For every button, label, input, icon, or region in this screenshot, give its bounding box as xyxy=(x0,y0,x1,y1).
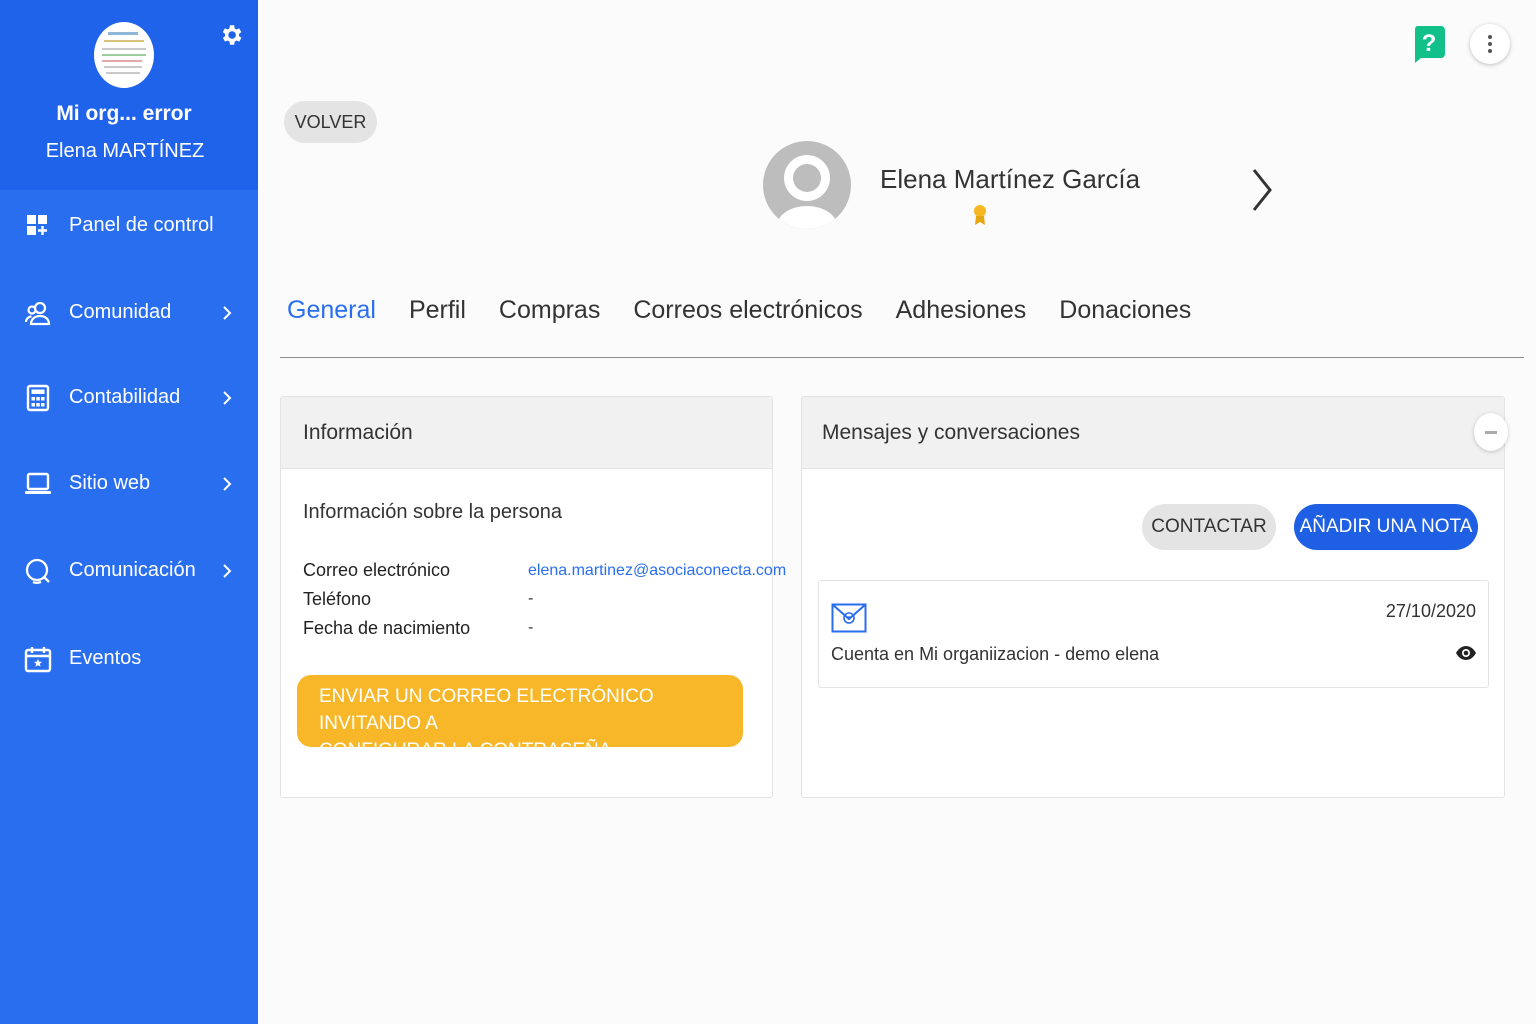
gear-icon[interactable] xyxy=(218,22,244,48)
message-item[interactable]: 27/10/2020 Cuenta en Mi organiizacion - … xyxy=(818,580,1489,688)
tab-general[interactable]: General xyxy=(287,296,376,325)
help-label: ? xyxy=(1422,30,1437,57)
tab-perfil[interactable]: Perfil xyxy=(409,296,466,325)
calendar-icon xyxy=(24,647,52,673)
sidebar: Mi org... error Elena MARTÍNEZ Panel de … xyxy=(0,0,258,1024)
birthdate-value: - xyxy=(528,619,534,636)
phone-value: - xyxy=(528,590,534,607)
users-icon xyxy=(24,301,51,326)
sidebar-item-label: Comunicación xyxy=(69,559,196,581)
sidebar-item-sitio-web[interactable]: Sitio web xyxy=(0,454,258,514)
tab-adhesiones[interactable]: Adhesiones xyxy=(896,296,1027,325)
eye-icon[interactable] xyxy=(1455,645,1477,661)
message-date: 27/10/2020 xyxy=(1385,601,1476,621)
email-label: Correo electrónico xyxy=(303,560,451,580)
phone-label: Teléfono xyxy=(303,589,372,609)
back-button[interactable]: VOLVER xyxy=(284,101,377,143)
chevron-right-icon xyxy=(223,477,232,491)
email-value-link[interactable]: elena.martinez@asociaconecta.com xyxy=(528,562,786,580)
send-password-invite-button[interactable]: ENVIAR UN CORREO ELECTRÓNICO INVITANDO A… xyxy=(297,675,743,761)
card-title: Mensajes y conversaciones xyxy=(822,421,1080,444)
invite-line-2: CONFIGURAR LA CONTRASEÑA xyxy=(319,740,612,761)
chevron-right-icon xyxy=(223,391,232,405)
card-header: Información xyxy=(281,397,772,469)
current-user-name: Elena MARTÍNEZ xyxy=(45,140,205,162)
tab-compras[interactable]: Compras xyxy=(499,296,600,325)
sidebar-item-panel-de-control[interactable]: Panel de control xyxy=(0,196,258,256)
message-subject: Cuenta en Mi organiizacion - demo elena xyxy=(831,644,1160,664)
contact-button[interactable]: CONTACTAR xyxy=(1142,504,1276,550)
section-subtitle: Información sobre la persona xyxy=(303,501,563,523)
birthdate-label: Fecha de nacimiento xyxy=(303,618,471,638)
collapse-button[interactable] xyxy=(1474,413,1508,451)
card-header: Mensajes y conversaciones xyxy=(802,397,1504,469)
sidebar-item-contabilidad[interactable]: Contabilidad xyxy=(0,368,258,428)
profile-tabs: General Perfil Compras Correos electróni… xyxy=(287,296,1224,325)
sidebar-item-label: Contabilidad xyxy=(69,386,181,408)
sidebar-item-comunidad[interactable]: Comunidad xyxy=(0,283,258,343)
information-card: Información Información sobre la persona… xyxy=(280,396,786,798)
organization-logo[interactable] xyxy=(94,22,154,88)
person-name: Elena Martínez García xyxy=(880,164,1141,194)
sidebar-item-label: Sitio web xyxy=(69,472,151,494)
organization-name: Mi org... error xyxy=(56,102,192,125)
chevron-right-icon xyxy=(223,564,232,578)
email-icon xyxy=(831,603,867,633)
minus-icon xyxy=(1485,431,1497,434)
tab-donaciones[interactable]: Donaciones xyxy=(1059,296,1191,325)
person-avatar xyxy=(763,141,851,229)
sidebar-item-label: Panel de control xyxy=(69,214,214,236)
calculator-icon xyxy=(26,384,50,412)
dashboard-icon xyxy=(27,215,47,235)
sidebar-item-eventos[interactable]: Eventos xyxy=(0,629,258,689)
more-options-button[interactable] xyxy=(1470,24,1510,64)
sidebar-item-label: Comunidad xyxy=(69,301,172,323)
help-icon[interactable]: ? xyxy=(1411,24,1447,64)
chat-icon xyxy=(25,558,50,584)
sidebar-header: Mi org... error Elena MARTÍNEZ xyxy=(0,0,258,190)
tabs-divider xyxy=(280,357,1524,358)
invite-line-1: ENVIAR UN CORREO ELECTRÓNICO INVITANDO A xyxy=(319,686,654,734)
add-note-button[interactable]: AÑADIR UNA NOTA xyxy=(1294,504,1478,550)
laptop-icon xyxy=(25,472,51,494)
messages-card: Mensajes y conversaciones CONTACTAR AÑAD… xyxy=(801,396,1508,798)
sidebar-item-comunicacion[interactable]: Comunicación xyxy=(0,541,258,601)
chevron-right-icon xyxy=(223,306,232,320)
tab-correos-electronicos[interactable]: Correos electrónicos xyxy=(633,296,862,325)
card-title: Información xyxy=(303,421,413,444)
award-icon xyxy=(974,205,986,225)
more-vert-icon xyxy=(1488,35,1492,39)
chevron-right-icon[interactable] xyxy=(1248,166,1276,214)
sidebar-item-label: Eventos xyxy=(69,647,142,669)
